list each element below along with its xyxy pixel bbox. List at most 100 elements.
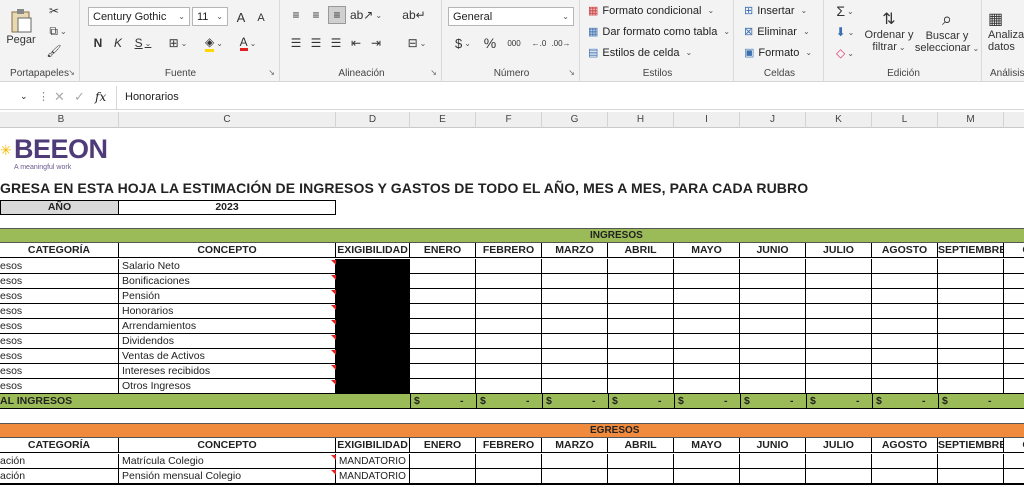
font-color-button[interactable]: A ⌄ xyxy=(234,34,262,52)
income-category[interactable]: esos xyxy=(0,289,22,304)
year-label-cell[interactable]: AÑO xyxy=(0,200,119,215)
merge-center-button[interactable]: ⊟ ⌄ xyxy=(402,34,432,52)
column-header-e[interactable]: E xyxy=(410,112,476,128)
column-header-l[interactable]: L xyxy=(872,112,938,128)
expense-category[interactable]: ación xyxy=(0,454,25,469)
column-header-m[interactable]: M xyxy=(938,112,1004,128)
ingresos-header-6[interactable]: ABRIL xyxy=(608,243,674,258)
insert-function-icon[interactable]: fx xyxy=(95,90,106,104)
income-concept[interactable]: Arrendamientos xyxy=(122,319,196,334)
ingresos-header-5[interactable]: MARZO xyxy=(542,243,608,258)
ingresos-header-4[interactable]: FEBRERO xyxy=(476,243,542,258)
expense-category[interactable]: ación xyxy=(0,469,25,484)
copy-button[interactable]: ⧉ ⌄ xyxy=(44,22,72,40)
italic-button[interactable]: K xyxy=(110,34,126,52)
year-value-cell[interactable]: 2023 xyxy=(119,200,336,215)
ingresos-header-3[interactable]: ENERO xyxy=(410,243,476,258)
bold-button[interactable]: N xyxy=(90,34,106,52)
formula-input[interactable]: Honorarios xyxy=(116,86,1024,109)
egresos-header-12[interactable]: O xyxy=(1004,438,1024,453)
autosum-button[interactable]: Σ ⌄ xyxy=(832,2,858,20)
column-header-d[interactable]: D xyxy=(336,112,410,128)
income-category[interactable]: esos xyxy=(0,349,22,364)
increase-decimal-button[interactable]: ←.0 xyxy=(530,34,548,52)
align-center-button[interactable]: ☰ xyxy=(308,34,324,52)
align-middle-button[interactable]: ≡ xyxy=(308,6,324,24)
income-concept[interactable]: Dividendos xyxy=(122,334,174,349)
income-category[interactable]: esos xyxy=(0,364,22,379)
income-concept[interactable]: Otros Ingresos xyxy=(122,379,191,394)
egresos-header-0[interactable]: CATEGORÍA xyxy=(0,438,119,453)
cell-styles-button[interactable]: ▤ Estilos de celda ⌄ xyxy=(588,46,692,60)
align-left-button[interactable]: ☰ xyxy=(288,34,304,52)
font-size-select[interactable]: 11 ⌄ xyxy=(192,7,228,26)
number-launcher-icon[interactable]: ↘ xyxy=(568,68,575,77)
analyze-data-button[interactable]: ▦ Analiza datos xyxy=(988,2,1024,60)
currency-button[interactable]: $ ⌄ xyxy=(450,34,476,52)
ingresos-header-8[interactable]: JUNIO xyxy=(740,243,806,258)
income-category[interactable]: esos xyxy=(0,319,22,334)
fill-color-button[interactable]: ◈ ⌄ xyxy=(200,34,228,52)
ingresos-header-7[interactable]: MAYO xyxy=(674,243,740,258)
format-cells-button[interactable]: ▣ Formato ⌄ xyxy=(744,46,812,60)
egresos-header-6[interactable]: ABRIL xyxy=(608,438,674,453)
egresos-header-4[interactable]: FEBRERO xyxy=(476,438,542,453)
expense-concept[interactable]: Matrícula Colegio xyxy=(122,454,204,469)
egresos-header-5[interactable]: MARZO xyxy=(542,438,608,453)
align-top-button[interactable]: ≡ xyxy=(288,6,304,24)
ingresos-header-9[interactable]: JULIO xyxy=(806,243,872,258)
egresos-header-11[interactable]: SEPTIEMBRE xyxy=(938,438,1004,453)
borders-button[interactable]: ⊞ ⌄ xyxy=(164,34,192,52)
column-header-c[interactable]: C xyxy=(119,112,336,128)
orientation-button[interactable]: ab↗ ⌄ xyxy=(350,6,382,24)
expense-concept[interactable]: Pensión mensual Colegio xyxy=(122,469,241,484)
ingresos-header-1[interactable]: CONCEPTO xyxy=(119,243,336,258)
spreadsheet-grid[interactable]: BCDEFGHIJKLM ✳ BEEON A meaningful work GRES… xyxy=(0,112,1024,487)
column-header-g[interactable]: G xyxy=(542,112,608,128)
egresos-header-2[interactable]: EXIGIBILIDAD xyxy=(336,438,410,453)
font-name-select[interactable]: Century Gothic ⌄ xyxy=(88,7,190,26)
income-category[interactable]: esos xyxy=(0,304,22,319)
fill-button[interactable]: ⬇ ⌄ xyxy=(832,23,858,41)
grow-font-button[interactable]: A xyxy=(232,8,250,26)
alignment-launcher-icon[interactable]: ↘ xyxy=(430,68,437,77)
egresos-header-7[interactable]: MAYO xyxy=(674,438,740,453)
clipboard-launcher-icon[interactable]: ↘ xyxy=(68,68,75,77)
income-category[interactable]: esos xyxy=(0,259,22,274)
clear-button[interactable]: ◇ ⌄ xyxy=(832,44,858,62)
expense-exigibilidad[interactable]: MANDATORIO xyxy=(339,469,406,484)
number-format-select[interactable]: General ⌄ xyxy=(448,7,574,26)
find-select-button[interactable]: ⌕ Buscar y seleccionar ⌄ xyxy=(915,2,979,60)
income-concept[interactable]: Pensión xyxy=(122,289,160,304)
egresos-header-9[interactable]: JULIO xyxy=(806,438,872,453)
income-concept[interactable]: Honorarios xyxy=(122,304,173,319)
increase-indent-button[interactable]: ⇥ xyxy=(368,34,384,52)
sort-filter-button[interactable]: ⇅ Ordenar y filtrar ⌄ xyxy=(864,2,914,60)
column-header-i[interactable]: I xyxy=(674,112,740,128)
format-as-table-button[interactable]: ▦ Dar formato como tabla ⌄ xyxy=(588,25,730,39)
income-category[interactable]: esos xyxy=(0,379,22,394)
decrease-indent-button[interactable]: ⇤ xyxy=(348,34,364,52)
align-right-button[interactable]: ☰ xyxy=(328,34,344,52)
ingresos-header-10[interactable]: AGOSTO xyxy=(872,243,938,258)
delete-cells-button[interactable]: ⊠ Eliminar ⌄ xyxy=(744,25,810,39)
column-header-h[interactable]: H xyxy=(608,112,674,128)
column-header-k[interactable]: K xyxy=(806,112,872,128)
decrease-decimal-button[interactable]: .00→ xyxy=(551,34,570,52)
font-launcher-icon[interactable]: ↘ xyxy=(268,68,275,77)
income-concept[interactable]: Intereses recibidos xyxy=(122,364,210,379)
cancel-icon[interactable]: ✕ xyxy=(54,89,65,105)
shrink-font-button[interactable]: A xyxy=(252,9,270,27)
wrap-text-button[interactable]: ab↵ xyxy=(402,6,425,24)
ingresos-header-12[interactable]: O xyxy=(1004,243,1024,258)
underline-button[interactable]: S ⌄ xyxy=(130,34,156,52)
expense-exigibilidad[interactable]: MANDATORIO xyxy=(339,454,406,469)
ingresos-header-11[interactable]: SEPTIEMBRE xyxy=(938,243,1004,258)
paste-button[interactable]: Pegar xyxy=(4,4,38,50)
format-painter-button[interactable]: 🖌 xyxy=(44,42,64,60)
insert-cells-button[interactable]: ⊞ Insertar ⌄ xyxy=(744,4,807,18)
thousands-button[interactable]: 000 xyxy=(504,34,524,52)
income-concept[interactable]: Salario Neto xyxy=(122,259,180,274)
income-category[interactable]: esos xyxy=(0,334,22,349)
income-concept[interactable]: Ventas de Activos xyxy=(122,349,205,364)
